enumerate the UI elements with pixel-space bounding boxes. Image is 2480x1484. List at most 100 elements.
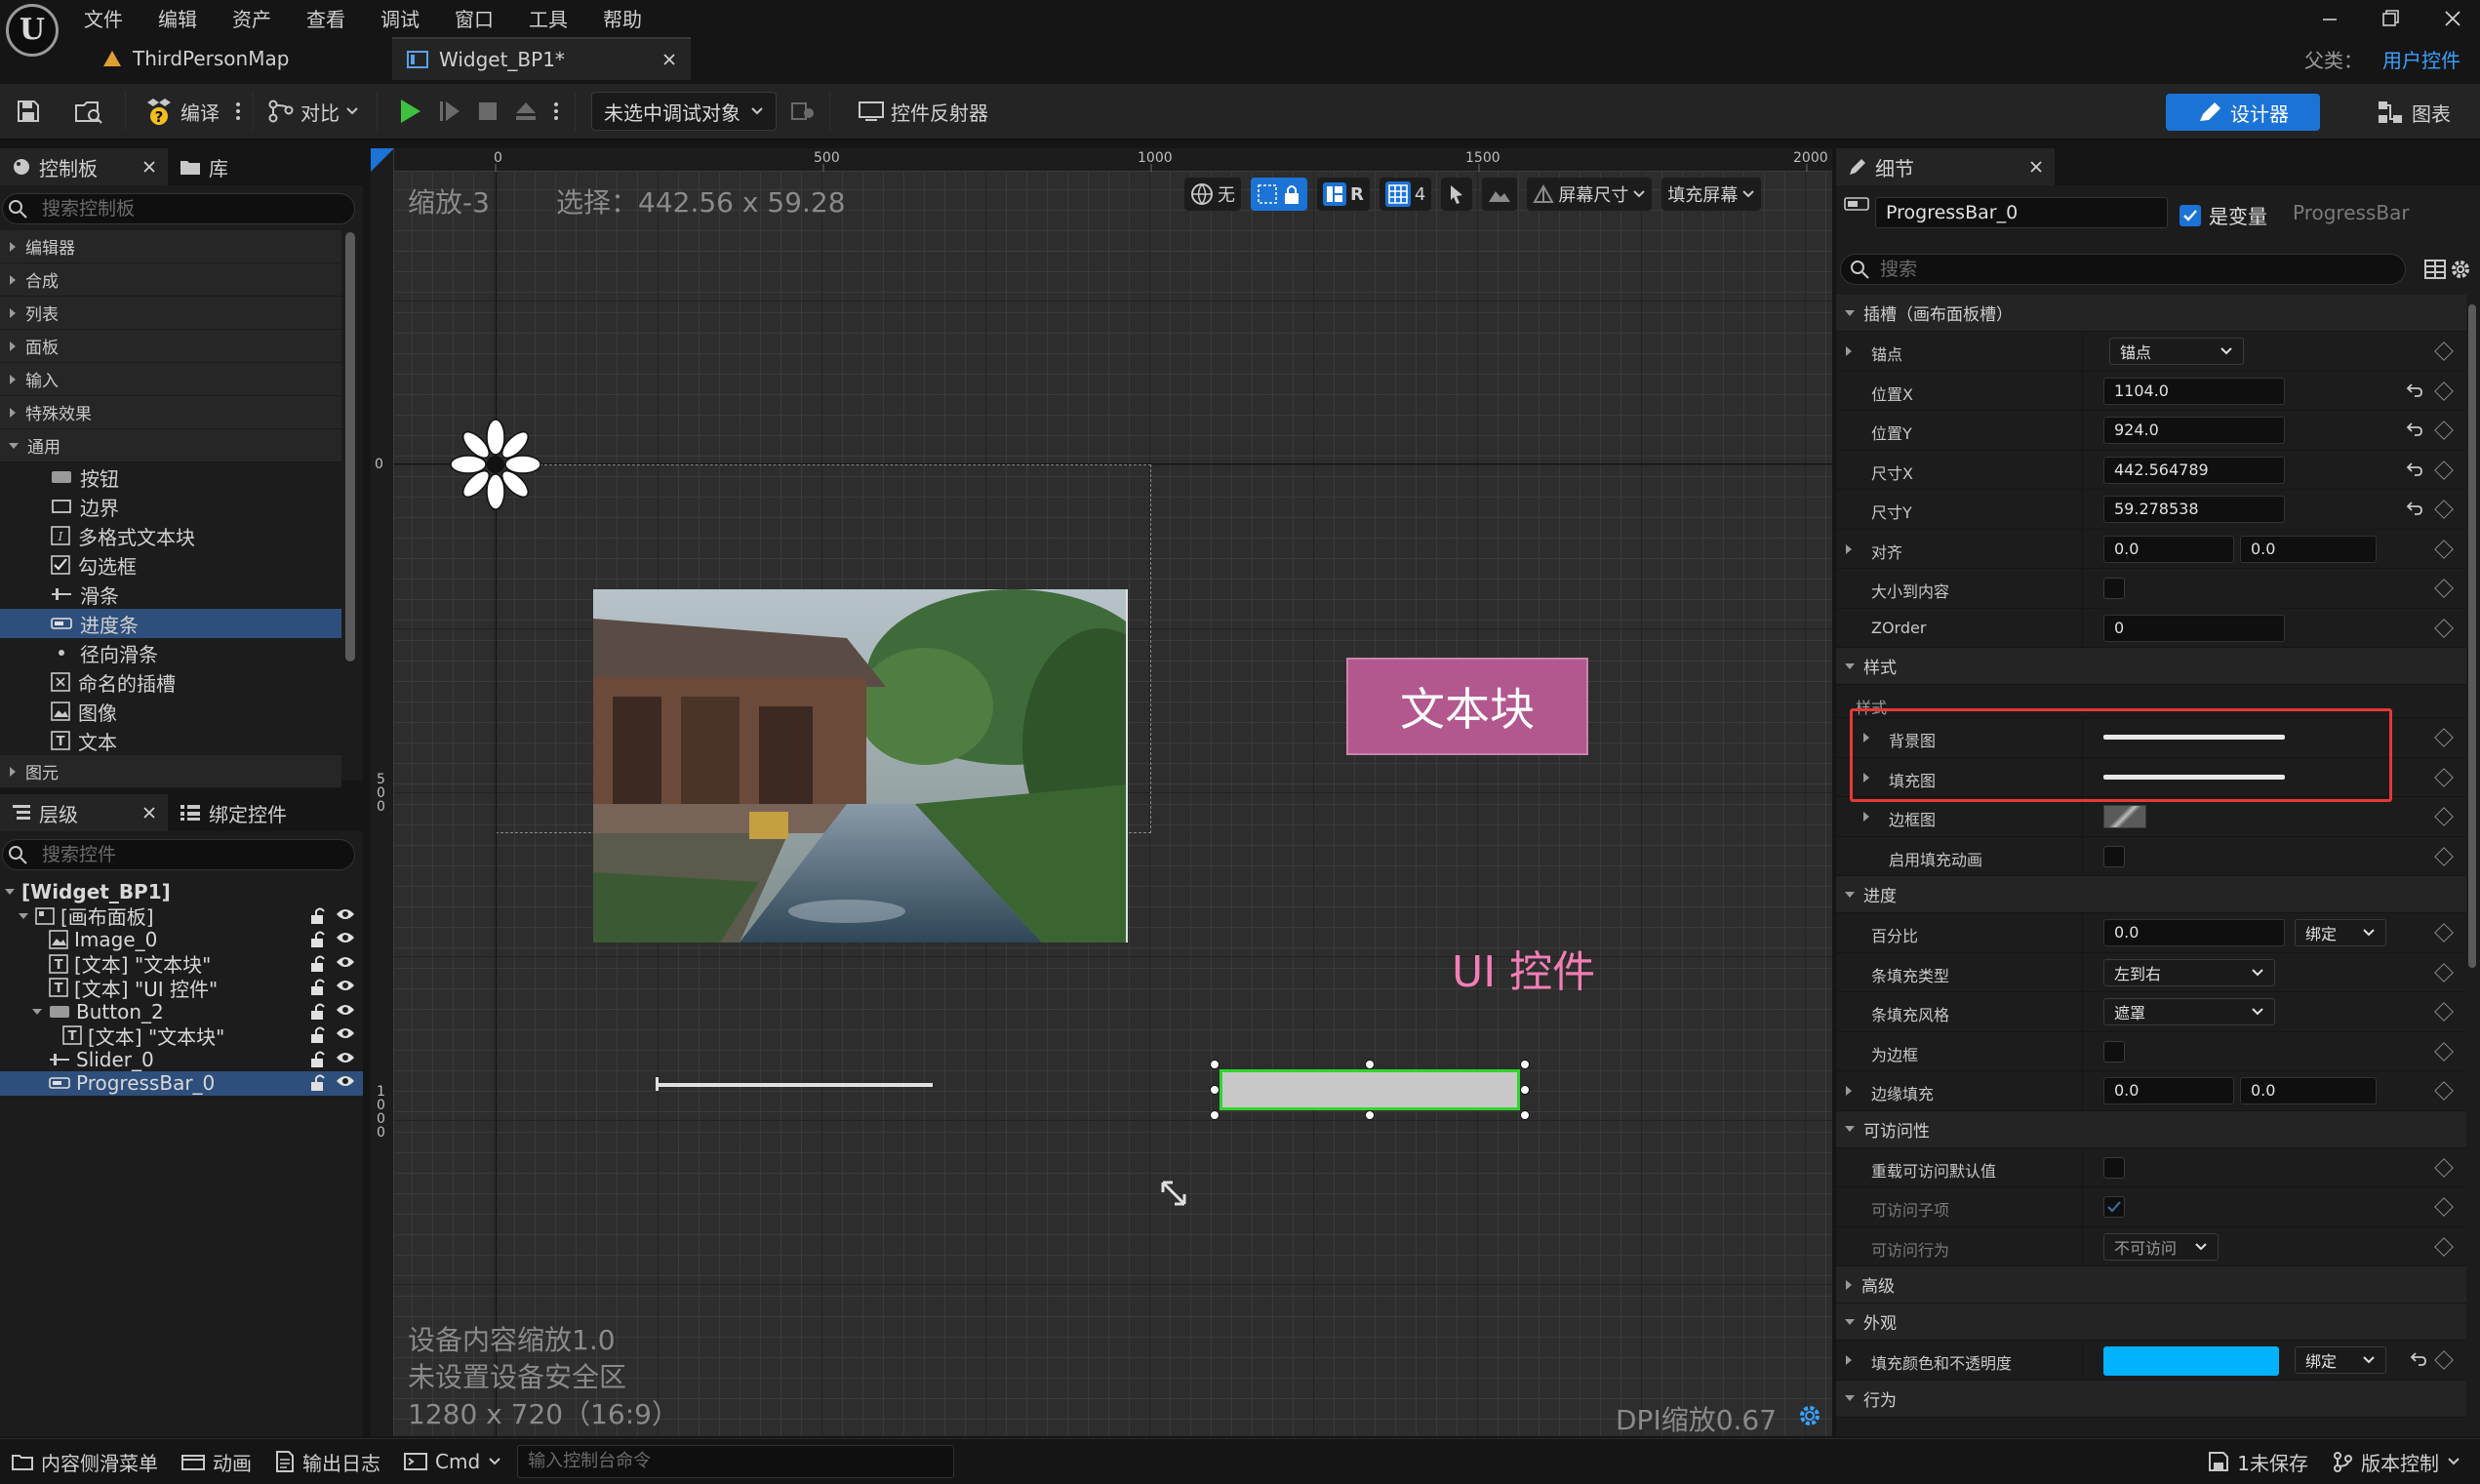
caret-right-icon[interactable] xyxy=(1861,811,1871,822)
respect-locks-toggle[interactable] xyxy=(1251,178,1307,211)
resize-handle-icon[interactable] xyxy=(1159,1179,1188,1208)
property-input-x[interactable]: 0.0 xyxy=(2103,1077,2234,1104)
widget-name-input[interactable]: ProgressBar_0 xyxy=(1875,197,2168,228)
hierarchy-item[interactable]: [画布面板] xyxy=(0,904,363,929)
lock-open-icon[interactable] xyxy=(310,955,326,973)
lock-open-icon[interactable] xyxy=(310,1003,326,1021)
property-dropdown[interactable]: 遮罩 xyxy=(2103,998,2275,1025)
category-editor[interactable]: 编辑器 xyxy=(0,230,341,263)
keyframe-diamond-icon[interactable] xyxy=(2434,618,2454,638)
palette-item-button[interactable]: 按钮 xyxy=(0,462,341,492)
widget-reflector-button[interactable]: 控件反射器 xyxy=(850,90,996,133)
palette-item-progress-bar[interactable]: 进度条 xyxy=(0,609,341,638)
caret-down-icon[interactable] xyxy=(4,887,16,897)
palette-item-rich-text[interactable]: I 多格式文本块 xyxy=(0,521,341,550)
compile-button[interactable]: ? 编译 xyxy=(136,90,227,133)
hierarchy-search-input[interactable]: 搜索控件 xyxy=(2,839,355,870)
keyframe-diamond-icon[interactable] xyxy=(2434,539,2454,559)
keyframe-diamond-icon[interactable] xyxy=(2434,381,2454,401)
play-options-icon[interactable] xyxy=(545,90,567,133)
details-scrollbar[interactable] xyxy=(2468,304,2476,968)
palette-item-named-slot[interactable]: 命名的插槽 xyxy=(0,667,341,697)
keyframe-diamond-icon[interactable] xyxy=(2434,1041,2454,1062)
animation-button[interactable]: 动画 xyxy=(170,1439,263,1484)
menu-debug[interactable]: 调试 xyxy=(380,4,420,31)
close-tab-icon[interactable] xyxy=(661,52,677,67)
tab-library[interactable]: 库 xyxy=(168,148,240,185)
palette-item-text[interactable]: T 文本 xyxy=(0,726,341,755)
details-section[interactable]: 外观 xyxy=(1836,1304,2466,1341)
caret-down-icon[interactable] xyxy=(31,1007,43,1017)
reset-arrow-icon[interactable] xyxy=(2406,461,2423,476)
keyframe-diamond-icon[interactable] xyxy=(2434,1002,2454,1022)
property-input[interactable]: 59.278538 xyxy=(2103,496,2285,523)
screen-size-dropdown[interactable]: 屏幕尺寸 xyxy=(1527,178,1653,211)
play-button[interactable] xyxy=(389,90,430,133)
caret-right-icon[interactable] xyxy=(1844,1085,1854,1097)
menu-help[interactable]: 帮助 xyxy=(603,4,642,31)
access-behavior-dropdown[interactable]: 不可访问 xyxy=(2103,1232,2219,1261)
designer-canvas[interactable]: 文本块 UI 控件 缩放-3 选择：442.56 x 59.28 无 R 4 屏… xyxy=(371,148,1832,1436)
hierarchy-item[interactable]: Image_0 xyxy=(0,928,363,952)
details-section[interactable]: 进度 xyxy=(1836,876,2466,913)
tab-bind-widgets[interactable]: 绑定控件 xyxy=(168,794,299,831)
is-variable-toggle[interactable]: 是变量 xyxy=(2180,201,2267,229)
keyframe-diamond-icon[interactable] xyxy=(2434,807,2454,826)
keyframe-diamond-icon[interactable] xyxy=(2434,1350,2454,1370)
tab-hierarchy[interactable]: 层级 xyxy=(0,794,168,831)
eye-icon[interactable] xyxy=(336,979,355,996)
percent-input[interactable]: 0.0 xyxy=(2103,919,2285,946)
close-window-icon[interactable] xyxy=(2433,4,2472,33)
keyframe-diamond-icon[interactable] xyxy=(2434,500,2454,519)
unsaved-button[interactable]: 1未保存 xyxy=(2196,1439,2320,1484)
hierarchy-item[interactable]: T [文本] "文本块" xyxy=(0,952,363,977)
keyframe-diamond-icon[interactable] xyxy=(2434,1236,2454,1257)
caret-right-icon[interactable] xyxy=(1844,543,1854,555)
tab-palette[interactable]: 控制板 xyxy=(0,148,168,185)
eye-icon[interactable] xyxy=(336,907,355,925)
category-panel[interactable]: 面板 xyxy=(0,330,341,363)
textblock-button-widget[interactable]: 文本块 xyxy=(1346,658,1588,755)
hierarchy-item[interactable]: [Widget_BP1] xyxy=(0,880,363,904)
menu-edit[interactable]: 编辑 xyxy=(158,4,197,31)
designer-mode-button[interactable]: 设计器 xyxy=(2166,94,2320,131)
property-checkbox[interactable] xyxy=(2103,1156,2125,1179)
parent-class-link[interactable]: 用户控件 xyxy=(2382,45,2460,73)
debug-target-dropdown[interactable]: 未选中调试对象 xyxy=(591,92,777,131)
grid-snap-toggle[interactable]: 4 xyxy=(1379,178,1432,211)
bind-dropdown[interactable]: 绑定 xyxy=(2295,1346,2386,1374)
is-variable-checkbox[interactable] xyxy=(2180,204,2201,226)
keyframe-diamond-icon[interactable] xyxy=(2434,1081,2454,1101)
keyframe-diamond-icon[interactable] xyxy=(2434,846,2454,866)
console-command-input[interactable]: 输入控制台命令 xyxy=(517,1445,955,1478)
category-composite[interactable]: 合成 xyxy=(0,263,341,297)
category-list[interactable]: 列表 xyxy=(0,297,341,330)
reset-arrow-icon[interactable] xyxy=(2406,421,2423,436)
cursor-button[interactable] xyxy=(1441,178,1473,211)
lock-open-icon[interactable] xyxy=(310,1026,326,1044)
diff-button[interactable]: 对比 xyxy=(260,90,367,133)
dpi-settings-gear-icon[interactable] xyxy=(1797,1403,1822,1428)
content-drawer-button[interactable]: 内容侧滑菜单 xyxy=(0,1439,170,1484)
image-widget[interactable] xyxy=(593,589,1128,943)
cmd-dropdown[interactable]: Cmd xyxy=(392,1439,513,1484)
menu-window[interactable]: 窗口 xyxy=(455,4,494,31)
property-input[interactable]: 1104.0 xyxy=(2103,377,2285,405)
details-search-input[interactable]: 搜索 xyxy=(1840,254,2406,285)
property-checkbox-checked[interactable] xyxy=(2103,1196,2125,1218)
graph-mode-button[interactable]: 图表 xyxy=(2377,94,2451,131)
eye-icon[interactable] xyxy=(336,931,355,948)
eye-icon[interactable] xyxy=(336,1026,355,1044)
unreal-logo-icon[interactable]: U xyxy=(6,4,59,57)
menu-asset[interactable]: 资产 xyxy=(232,4,271,31)
category-primitive[interactable]: 图元 xyxy=(0,755,341,788)
menu-file[interactable]: 文件 xyxy=(84,4,123,31)
caret-down-icon[interactable] xyxy=(18,911,29,921)
close-panel-icon[interactable] xyxy=(2029,160,2043,174)
eject-button[interactable] xyxy=(506,90,545,133)
output-log-button[interactable]: 输出日志 xyxy=(263,1439,392,1484)
property-input-y[interactable]: 0.0 xyxy=(2240,1077,2377,1104)
lock-open-icon[interactable] xyxy=(310,1051,326,1068)
keyframe-diamond-icon[interactable] xyxy=(2434,579,2454,598)
eye-icon[interactable] xyxy=(336,1003,355,1021)
